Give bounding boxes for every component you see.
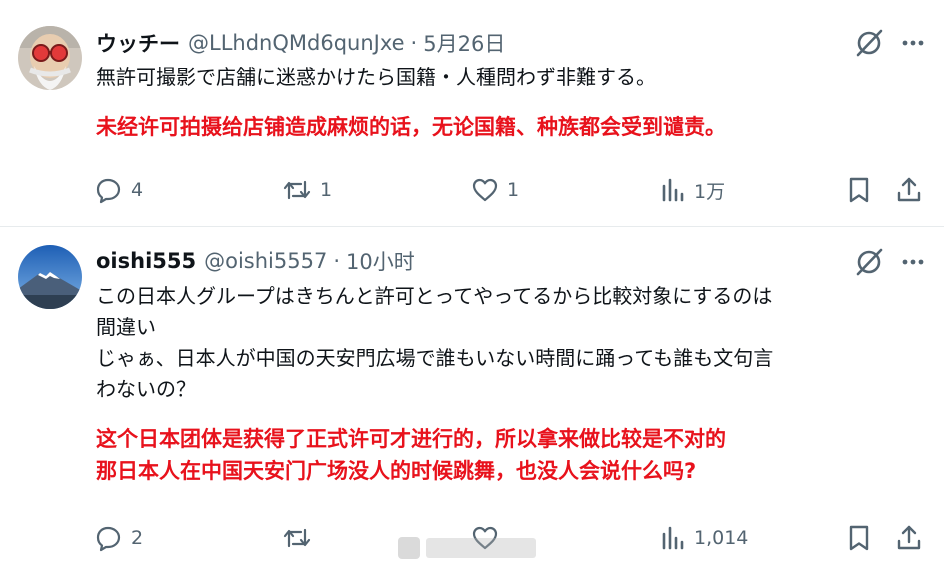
- repost-button[interactable]: 1: [282, 172, 332, 208]
- reply-count: 4: [131, 179, 144, 201]
- post-text-japanese: この日本人グループはきちんと許可とってやってるから比較対象にするのは 間違い じ…: [96, 281, 926, 405]
- views-bars-icon: [660, 176, 686, 204]
- share-upload-icon: [896, 524, 922, 552]
- post-1[interactable]: ウッチー @LLhdnQMd6qunJxe · 5月26日 無許可撮影で店舗に迷…: [0, 0, 944, 227]
- post-header: oishi555 @oishi5557 · 10小时: [96, 245, 415, 277]
- watermark-logo: [398, 537, 420, 559]
- repost-count: 1: [320, 179, 333, 201]
- separator-dot: ·: [333, 249, 341, 273]
- post-text-chinese-translation: 未经许可拍摄给店铺造成麻烦的话，无论国籍、种族都会受到谴责。: [96, 115, 726, 139]
- reply-bubble-icon: [95, 176, 123, 204]
- text-line: 間違い: [96, 315, 156, 339]
- text-line: 这个日本团体是获得了正式许可才进行的，所以拿来做比较是不对的: [96, 427, 726, 451]
- heart-icon: [471, 176, 499, 204]
- views-bars-icon: [660, 524, 686, 552]
- reply-button[interactable]: 4: [95, 172, 143, 208]
- views-count: 1万: [694, 180, 726, 203]
- grok-slash-circle-icon[interactable]: [854, 247, 884, 281]
- repost-button[interactable]: [282, 520, 312, 556]
- timestamp[interactable]: 10小时: [346, 246, 415, 276]
- text-line: この日本人グループはきちんと許可とってやってるから比較対象にするのは: [96, 284, 773, 308]
- bookmark-icon: [846, 176, 872, 204]
- post-top-icons: [854, 28, 926, 62]
- share-button[interactable]: [896, 172, 922, 208]
- post-top-icons: [854, 247, 926, 281]
- post-header: ウッチー @LLhdnQMd6qunJxe · 5月26日: [96, 27, 505, 59]
- post-2[interactable]: oishi555 @oishi5557 · 10小时 この日本人グループはきちん…: [0, 227, 944, 574]
- avatar[interactable]: [18, 245, 82, 309]
- post-actions-bar: 4 1 1 1万: [0, 172, 944, 208]
- grok-slash-circle-icon[interactable]: [854, 28, 884, 62]
- like-count: 1: [507, 179, 520, 201]
- post-text-chinese-translation: 这个日本团体是获得了正式许可才进行的，所以拿来做比较是不对的 那日本人在中国天安…: [96, 423, 926, 487]
- bookmark-button[interactable]: [846, 172, 872, 208]
- avatar[interactable]: [18, 26, 82, 90]
- user-handle[interactable]: @oishi5557: [204, 249, 327, 273]
- reply-button[interactable]: 2: [95, 520, 143, 556]
- like-button[interactable]: 1: [471, 172, 519, 208]
- text-line: じゃぁ、日本人が中国の天安門広場で誰もいない時間に踊っても誰も文句言: [96, 346, 774, 370]
- more-dots-icon[interactable]: [900, 249, 926, 279]
- timestamp[interactable]: 5月26日: [423, 28, 505, 58]
- share-button[interactable]: [896, 520, 922, 556]
- share-upload-icon: [896, 176, 922, 204]
- text-line: 那日本人在中国天安门广场没人的时候跳舞，也没人会说什么吗?: [96, 459, 697, 483]
- user-handle[interactable]: @LLhdnQMd6qunJxe: [188, 31, 405, 55]
- display-name[interactable]: ウッチー: [96, 28, 180, 58]
- reply-count: 2: [131, 527, 144, 549]
- views-button[interactable]: 1,014: [660, 520, 748, 556]
- more-dots-icon[interactable]: [900, 30, 926, 60]
- views-count: 1,014: [694, 527, 749, 549]
- views-button[interactable]: 1万: [660, 172, 725, 208]
- separator-dot: ·: [410, 31, 418, 55]
- watermark-overlay: [398, 535, 548, 561]
- post-text-japanese: 無許可撮影で店舗に迷惑かけたら国籍・人種問わず非難する。: [96, 65, 656, 89]
- watermark-text-blur: [426, 538, 536, 558]
- text-line: わないの？: [96, 377, 196, 401]
- reply-bubble-icon: [95, 524, 123, 552]
- repost-arrows-icon: [282, 176, 312, 204]
- bookmark-icon: [846, 524, 872, 552]
- repost-arrows-icon: [282, 524, 312, 552]
- bookmark-button[interactable]: [846, 520, 872, 556]
- display-name[interactable]: oishi555: [96, 249, 196, 273]
